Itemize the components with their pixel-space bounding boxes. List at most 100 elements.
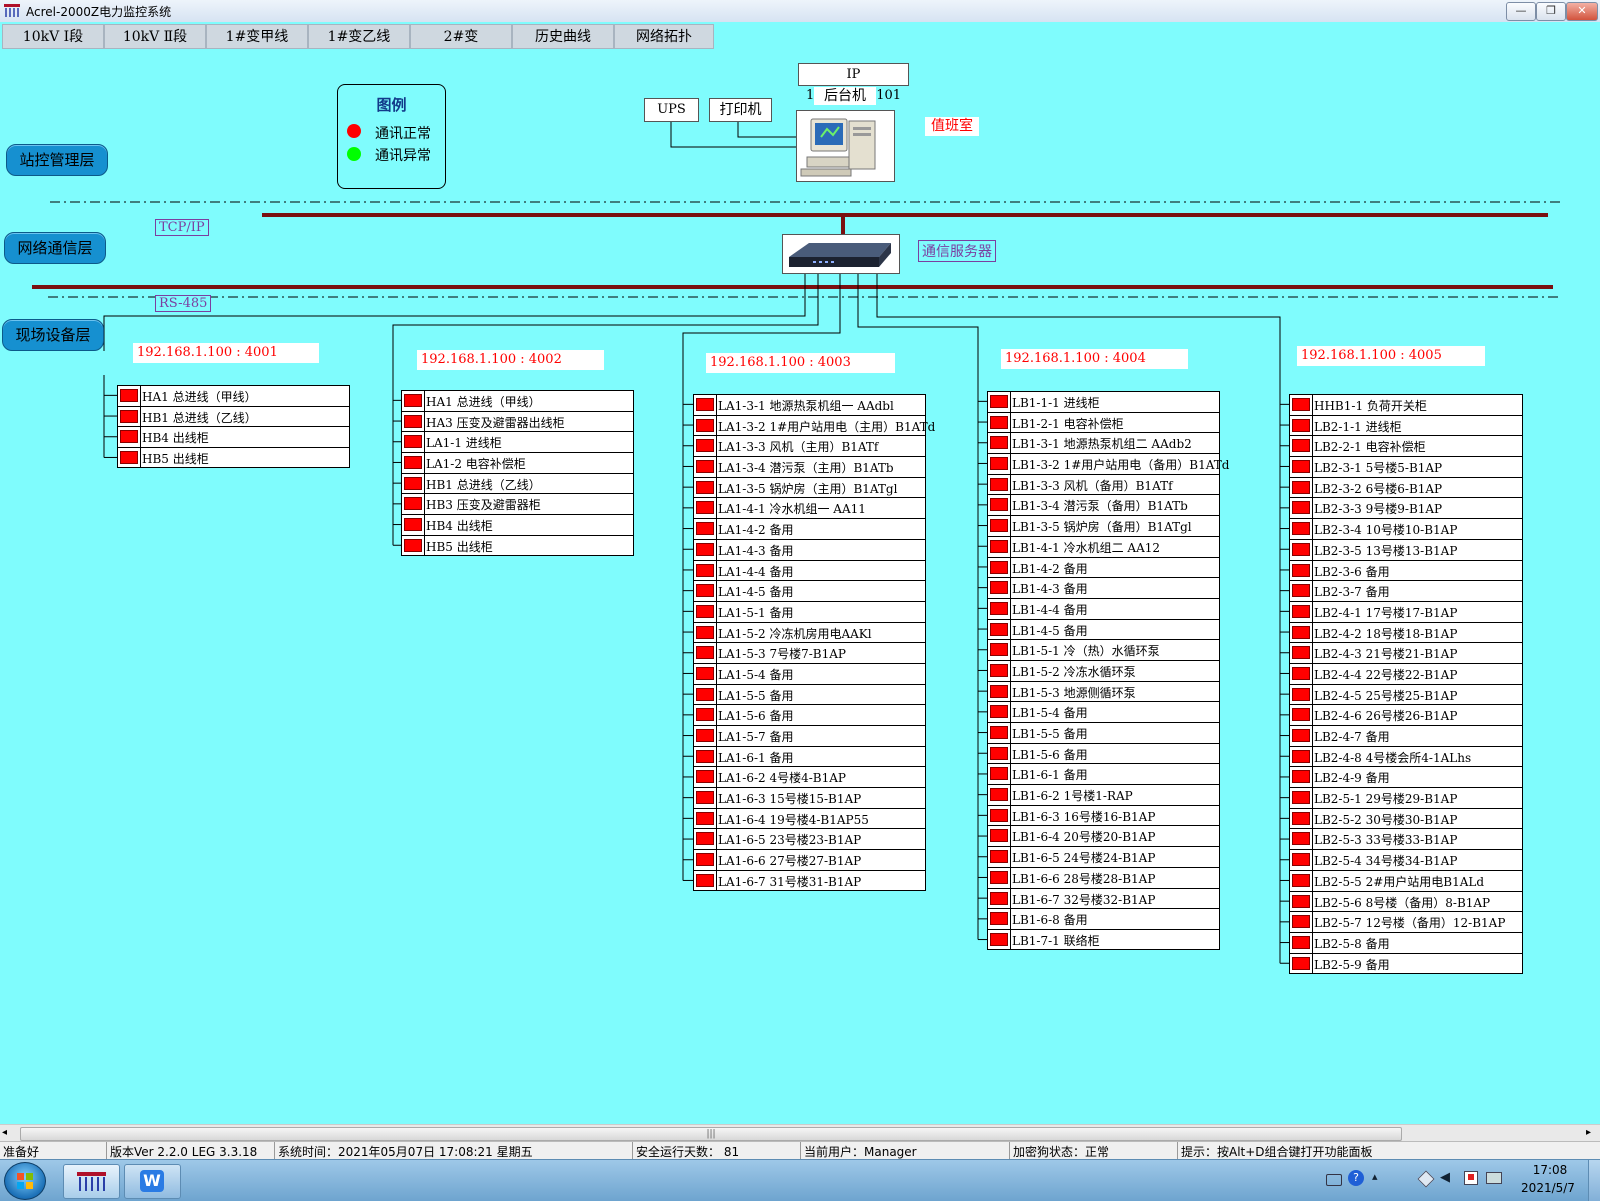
device-row[interactable]: HB1 总进线（乙线） <box>118 407 349 428</box>
comm-status-indicator[interactable] <box>404 394 422 407</box>
device-row[interactable]: LA1-3-3 风机（主用）B1ATf <box>694 436 925 458</box>
comm-status-indicator[interactable] <box>696 646 714 660</box>
comm-status-indicator[interactable] <box>990 788 1008 802</box>
comm-status-indicator[interactable] <box>1292 791 1310 805</box>
device-row[interactable]: LB1-5-3 地源侧循环泵 <box>988 682 1219 703</box>
device-row[interactable]: LB2-4-3 21号楼21-B1AP <box>1290 643 1522 664</box>
tray-help-icon[interactable]: ? <box>1348 1170 1364 1186</box>
device-row[interactable]: LA1-4-3 备用 <box>694 540 925 561</box>
ups-box[interactable]: UPS <box>644 98 699 122</box>
tray-clock-date[interactable]: 2021/5/7 <box>1512 1181 1584 1195</box>
device-row[interactable]: LB1-5-5 备用 <box>988 723 1219 744</box>
comm-status-indicator[interactable] <box>696 584 714 598</box>
device-row[interactable]: LB2-4-5 25号楼25-B1AP <box>1290 685 1522 706</box>
comm-status-indicator[interactable] <box>1292 915 1310 929</box>
tab-network-topology[interactable]: 网络拓扑 <box>614 24 714 49</box>
device-row[interactable]: LB1-3-3 风机（备用）B1ATf <box>988 475 1219 496</box>
comm-status-indicator[interactable] <box>990 457 1008 471</box>
comm-status-indicator[interactable] <box>696 460 714 474</box>
device-row[interactable]: LA1-3-1 地源热泵机组一 AAdbl <box>694 395 925 416</box>
device-row[interactable]: LA1-6-2 4号楼4-B1AP <box>694 767 925 789</box>
device-row[interactable]: LB1-3-2 1#用户站用电（备用）B1ATd <box>988 454 1229 475</box>
comm-status-indicator[interactable] <box>1292 708 1310 722</box>
device-row[interactable]: LB1-5-1 冷（热）水循环泵 <box>988 640 1219 661</box>
device-row[interactable]: LB1-6-2 1号楼1-RAP <box>988 785 1219 806</box>
comm-status-indicator[interactable] <box>696 522 714 536</box>
tab-10kv-2[interactable]: 10kV Ⅱ段 <box>104 24 206 49</box>
device-row[interactable]: LB1-4-4 备用 <box>988 599 1219 620</box>
device-row[interactable]: LB1-5-4 备用 <box>988 702 1219 723</box>
device-row[interactable]: LB2-4-8 4号楼会所4-1ALhs <box>1290 747 1522 768</box>
device-row[interactable]: LB1-4-1 冷水机组二 AA12 <box>988 537 1219 558</box>
comm-status-indicator[interactable] <box>990 705 1008 719</box>
comm-status-indicator[interactable] <box>696 480 714 494</box>
device-row[interactable]: LB2-3-1 5号楼5-B1AP <box>1290 457 1522 478</box>
comm-status-indicator[interactable] <box>696 542 714 556</box>
device-row[interactable]: LB2-3-6 备用 <box>1290 561 1522 582</box>
station-layer-button[interactable]: 站控管理层 <box>6 144 108 176</box>
device-row[interactable]: LA1-4-1 冷水机组一 AA11 <box>694 498 925 520</box>
device-row[interactable]: LB2-5-1 29号楼29-B1AP <box>1290 788 1522 809</box>
comm-status-indicator[interactable] <box>696 770 714 784</box>
device-row[interactable]: HB5 出线柜 <box>402 536 633 557</box>
tab-transformer1-a[interactable]: 1#变甲线 <box>206 24 308 49</box>
comm-status-indicator[interactable] <box>120 389 138 402</box>
comm-status-indicator[interactable] <box>696 853 714 867</box>
comm-status-indicator[interactable] <box>990 746 1008 760</box>
device-row[interactable]: LB1-3-5 锅炉房（备用）B1ATgl <box>988 516 1219 537</box>
device-row[interactable]: LB1-6-4 20号楼20-B1AP <box>988 826 1219 848</box>
device-row[interactable]: LB2-4-2 18号楼18-B1AP <box>1290 623 1522 644</box>
comm-status-indicator[interactable] <box>696 625 714 639</box>
comm-status-indicator[interactable] <box>696 729 714 742</box>
tray-clock-time[interactable]: 17:08 <box>1520 1163 1580 1177</box>
device-row[interactable]: LB1-6-1 备用 <box>988 764 1219 786</box>
comm-status-indicator[interactable] <box>120 409 138 423</box>
device-row[interactable]: LB2-4-6 26号楼26-B1AP <box>1290 705 1522 726</box>
comm-status-indicator[interactable] <box>696 791 714 805</box>
comm-status-indicator[interactable] <box>1292 501 1310 515</box>
comm-status-indicator[interactable] <box>404 476 422 490</box>
device-row[interactable]: LB2-5-2 30号楼30-B1AP <box>1290 809 1522 830</box>
tray-keyboard-icon[interactable] <box>1326 1174 1342 1186</box>
device-row[interactable]: LB1-7-1 联络柜 <box>988 930 1219 951</box>
comm-status-indicator[interactable] <box>696 687 714 701</box>
comm-status-indicator[interactable] <box>696 811 714 825</box>
comm-status-indicator[interactable] <box>1292 604 1310 618</box>
device-row[interactable]: LA1-4-2 备用 <box>694 519 925 540</box>
comm-status-indicator[interactable] <box>1292 935 1310 949</box>
device-row[interactable]: LB2-4-7 备用 <box>1290 726 1522 747</box>
device-row[interactable]: LB2-4-1 17号楼17-B1AP <box>1290 602 1522 623</box>
device-row[interactable]: LB1-3-1 地源热泵机组二 AAdb2 <box>988 433 1219 455</box>
device-row[interactable]: HA3 压变及避雷器出线柜 <box>402 412 633 433</box>
device-row[interactable]: LB1-4-5 备用 <box>988 620 1219 641</box>
comm-status-indicator[interactable] <box>404 414 422 428</box>
comm-status-indicator[interactable] <box>696 439 714 453</box>
device-row[interactable]: LB2-1-1 进线柜 <box>1290 416 1522 437</box>
comm-status-indicator[interactable] <box>696 563 714 577</box>
device-row[interactable]: LB1-6-7 32号楼32-B1AP <box>988 889 1219 910</box>
device-row[interactable]: LB2-2-1 电容补偿柜 <box>1290 436 1522 458</box>
comm-status-indicator[interactable] <box>990 932 1008 946</box>
device-row[interactable]: LB1-4-2 备用 <box>988 558 1219 579</box>
tray-volume-icon[interactable]: ◀ <box>1440 1170 1450 1185</box>
device-row[interactable]: LB2-3-2 6号楼6-B1AP <box>1290 478 1522 499</box>
device-row[interactable]: LA1-6-3 15号楼15-B1AP <box>694 788 925 809</box>
comm-status-indicator[interactable] <box>990 663 1008 677</box>
device-row[interactable]: LA1-6-5 23号楼23-B1AP <box>694 829 925 851</box>
comm-status-indicator[interactable] <box>990 601 1008 615</box>
device-row[interactable]: LB1-1-1 进线柜 <box>988 392 1219 413</box>
comm-status-indicator[interactable] <box>1292 749 1310 763</box>
comm-status-indicator[interactable] <box>696 666 714 680</box>
device-row[interactable]: LA1-3-2 1#用户站用电（主用）B1ATd <box>694 416 935 437</box>
comm-status-indicator[interactable] <box>990 829 1008 843</box>
comm-status-indicator[interactable] <box>990 539 1008 553</box>
device-row[interactable]: LA1-4-4 备用 <box>694 561 925 582</box>
device-row[interactable]: LB1-6-3 16号楼16-B1AP <box>988 806 1219 827</box>
comm-status-indicator[interactable] <box>404 435 422 449</box>
comm-status-indicator[interactable] <box>990 395 1008 408</box>
close-button[interactable]: ✕ <box>1566 2 1598 21</box>
device-row[interactable]: LA1-5-7 备用 <box>694 726 925 747</box>
device-row[interactable]: LA1-5-1 备用 <box>694 602 925 623</box>
comm-status-indicator[interactable] <box>120 451 138 465</box>
device-row[interactable]: LA1-5-6 备用 <box>694 705 925 726</box>
